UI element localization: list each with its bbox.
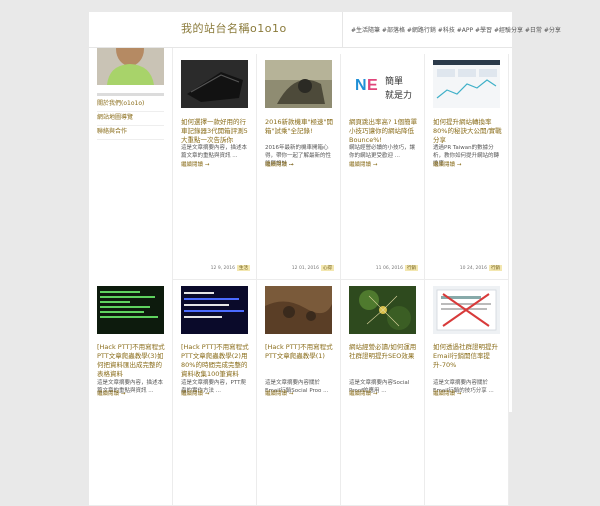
post-card[interactable]: 如何透過社群證明提升Email行銷開信率提升-70% 這是文章摘要內容關於Ema… xyxy=(425,280,509,506)
post-excerpt: 這是文章摘要內容，描述本篇文章的重點與資訊 ... xyxy=(181,145,248,159)
svg-text:就是力: 就是力 xyxy=(385,89,412,100)
post-card[interactable]: 網站經營必讀/如何運用社群證明提升SEO效果 這是文章摘要內容Social Pr… xyxy=(341,280,425,506)
post-card[interactable]: [Hack PTT]不用寫程式PTT文章爬蟲教學(2)用80%的時間完成完整的資… xyxy=(173,280,257,506)
post-category[interactable]: 心得 xyxy=(321,265,334,271)
post-excerpt: 網站經營必讀的小技巧，讓你的網站更受歡迎 ... xyxy=(349,145,416,159)
site-tagline: #生活隨筆 #部落格 #網路行銷 #科技 #APP #學習 #經驗分享 #日常 … xyxy=(351,27,561,34)
post-title[interactable]: 網站經營必讀/如何運用社群證明提升SEO效果 xyxy=(349,343,419,361)
header-divider xyxy=(342,12,343,48)
post-thumbnail[interactable]: N E 簡單 就是力 xyxy=(349,60,416,108)
post-meta: 12 9, 2016 生活 xyxy=(211,265,250,271)
read-more-link[interactable]: 繼續閱讀 → xyxy=(265,160,293,168)
post-thumbnail[interactable] xyxy=(265,286,332,334)
post-title[interactable]: 2016新款機車"極速"開箱"試乘"全記錄! xyxy=(265,118,335,136)
read-more-link[interactable]: 繼續閱讀 → xyxy=(349,389,377,397)
post-meta: 10 24, 2016 行銷 xyxy=(460,265,502,271)
read-more-link[interactable]: 繼續閱讀 → xyxy=(265,389,293,397)
post-title[interactable]: [Hack PTT]不用寫程式PTT文章爬蟲教學(1) xyxy=(265,343,335,361)
post-card[interactable]: [Hack PTT]不用寫程式PTT文章爬蟲教學(3)如何把資料匯出成完整的表格… xyxy=(89,280,173,506)
post-thumbnail[interactable] xyxy=(433,60,500,108)
post-meta: 12 01, 2016 心得 xyxy=(292,265,334,271)
svg-text:簡單: 簡單 xyxy=(385,75,403,86)
post-date: 12 01, 2016 xyxy=(291,266,319,271)
post-thumbnail[interactable] xyxy=(181,60,248,108)
svg-text:N: N xyxy=(355,77,367,94)
post-title[interactable]: [Hack PTT]不用寫程式PTT文章爬蟲教學(3)如何把資料匯出成完整的表格… xyxy=(97,343,167,379)
post-card[interactable]: 如何選擇一款好用的行車記錄器3代開箱評測5大重點一次告訴你 這是文章摘要內容，描… xyxy=(173,54,257,280)
post-meta: 11 06, 2016 行銷 xyxy=(376,265,418,271)
post-category[interactable]: 行銷 xyxy=(489,265,502,271)
read-more-link[interactable]: 繼續閱讀 → xyxy=(97,389,125,397)
post-date: 11 06, 2016 xyxy=(375,266,403,271)
page-container: 關於我們(o1o1o) 網站地圖導覽 聯絡與合作 我的站台名稱o1o1o #生活… xyxy=(89,12,561,506)
site-header: 我的站台名稱o1o1o #生活隨筆 #部落格 #網路行銷 #科技 #APP #學… xyxy=(89,12,561,48)
read-more-link[interactable]: 繼續閱讀 → xyxy=(181,389,209,397)
post-title[interactable]: 網頁跳出率高? 1個簡單小技巧讓你的網站降低Bounce%! xyxy=(349,118,419,145)
post-title[interactable]: 如何選擇一款好用的行車記錄器3代開箱評測5大重點一次告訴你 xyxy=(181,118,251,145)
post-date: 10 24, 2016 xyxy=(459,266,487,271)
post-category[interactable]: 生活 xyxy=(237,265,250,271)
post-title[interactable]: 如何透過社群證明提升Email行銷開信率提升-70% xyxy=(433,343,503,370)
post-card[interactable]: 如何提升網站轉換率80%的秘訣大公開/實戰分享 透過PR Taiwan的數據分析… xyxy=(425,54,509,280)
read-more-link[interactable]: 繼續閱讀 → xyxy=(181,160,209,168)
post-card[interactable]: [Hack PTT]不用寫程式PTT文章爬蟲教學(1) 這是文章摘要內容關於Em… xyxy=(257,280,341,506)
read-more-link[interactable]: 繼續閱讀 → xyxy=(433,160,461,168)
sidebar-item-sitemap[interactable]: 網站地圖導覽 xyxy=(97,112,164,126)
post-date: 12 9, 2016 xyxy=(210,266,235,271)
site-title[interactable]: 我的站台名稱o1o1o xyxy=(181,20,287,36)
post-category[interactable]: 行銷 xyxy=(405,265,418,271)
read-more-link[interactable]: 繼續閱讀 → xyxy=(349,160,377,168)
read-more-link[interactable]: 繼續閱讀 → xyxy=(433,389,461,397)
sidebar-item-about[interactable]: 關於我們(o1o1o) xyxy=(97,98,164,112)
post-thumbnail[interactable] xyxy=(181,286,248,334)
post-thumbnail[interactable] xyxy=(349,286,416,334)
post-thumbnail[interactable] xyxy=(265,60,332,108)
post-title[interactable]: [Hack PTT]不用寫程式PTT文章爬蟲教學(2)用80%的時間完成完整的資… xyxy=(181,343,251,379)
post-card[interactable]: N E 簡單 就是力 網頁跳出率高? 1個簡單小技巧讓你的網站降低Bounce%… xyxy=(341,54,425,280)
post-title[interactable]: 如何提升網站轉換率80%的秘訣大公開/實戰分享 xyxy=(433,118,503,145)
post-card[interactable]: 2016新款機車"極速"開箱"試乘"全記錄! 2016年最新的機車開箱心得，帶你… xyxy=(257,54,341,280)
post-thumbnail[interactable] xyxy=(97,286,164,334)
post-thumbnail[interactable] xyxy=(433,286,500,334)
sidebar-divider xyxy=(97,93,164,96)
svg-text:E: E xyxy=(367,77,378,94)
sidebar-item-contact[interactable]: 聯絡與合作 xyxy=(97,126,164,140)
